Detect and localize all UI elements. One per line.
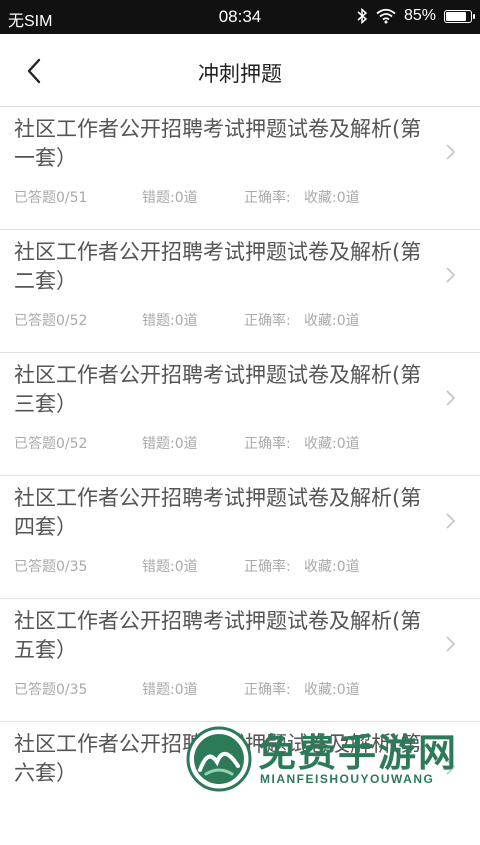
favorites-count: 收藏:0道 xyxy=(304,436,360,452)
list-item[interactable]: 社区工作者公开招聘考试押题试卷及解析(第二套） 已答题0/52 错题:0道 正确… xyxy=(0,230,480,353)
answered-count: 已答题0/51 xyxy=(14,190,88,206)
list-item[interactable]: 社区工作者公开招聘考试押题试卷及解析(第一套） 已答题0/51 错题:0道 正确… xyxy=(0,107,480,230)
favorites-count: 收藏:0道 xyxy=(304,313,360,329)
chevron-right-icon xyxy=(446,267,456,283)
accuracy: 正确率: xyxy=(244,682,291,698)
accuracy: 正确率: xyxy=(244,436,291,452)
accuracy: 正确率: xyxy=(244,559,291,575)
status-bar: 无SIM 08:34 85% xyxy=(0,0,480,34)
list-item[interactable]: 社区工作者公开招聘考试押题试卷及解析(第四套） 已答题0/35 错题:0道 正确… xyxy=(0,476,480,599)
header: 冲刺押题 xyxy=(0,34,480,107)
bluetooth-icon xyxy=(357,8,368,24)
item-title: 社区工作者公开招聘考试押题试卷及解析(第一套） xyxy=(14,117,422,170)
wrong-count: 错题:0道 xyxy=(142,313,198,329)
favorites-count: 收藏:0道 xyxy=(304,190,360,206)
list-item[interactable]: 社区工作者公开招聘考试押题试卷及解析(第五套） 已答题0/35 错题:0道 正确… xyxy=(0,599,480,722)
watermark-logo-icon xyxy=(186,726,252,792)
favorites-count: 收藏:0道 xyxy=(304,559,360,575)
accuracy: 正确率: xyxy=(244,313,291,329)
page-title: 冲刺押题 xyxy=(198,62,282,86)
answered-count: 已答题0/52 xyxy=(14,436,88,452)
answered-count: 已答题0/35 xyxy=(14,682,88,698)
battery-icon xyxy=(444,9,475,23)
chevron-right-icon xyxy=(446,636,456,652)
favorites-count: 收藏:0道 xyxy=(304,682,360,698)
item-title: 社区工作者公开招聘考试押题试卷及解析(第三套） xyxy=(14,363,422,416)
watermark: 免费手游网 MIANFEISHOUYOUWANG xyxy=(180,720,480,800)
wrong-count: 错题:0道 xyxy=(142,559,198,575)
wrong-count: 错题:0道 xyxy=(142,436,198,452)
chevron-right-icon xyxy=(446,144,456,160)
status-icons: 85% xyxy=(356,7,475,25)
list-item[interactable]: 社区工作者公开招聘考试押题试卷及解析(第三套） 已答题0/52 错题:0道 正确… xyxy=(0,353,480,476)
chevron-right-icon xyxy=(446,390,456,406)
watermark-subtext: MIANFEISHOUYOUWANG xyxy=(260,772,435,786)
watermark-text: 免费手游网 xyxy=(258,731,459,775)
item-title: 社区工作者公开招聘考试押题试卷及解析(第四套） xyxy=(14,486,422,539)
battery-level xyxy=(446,11,467,21)
wrong-count: 错题:0道 xyxy=(142,682,198,698)
answered-count: 已答题0/52 xyxy=(14,313,88,329)
answered-count: 已答题0/35 xyxy=(14,559,88,575)
chevron-right-icon xyxy=(446,513,456,529)
battery-percent: 85% xyxy=(403,7,436,24)
wifi-icon xyxy=(376,8,396,24)
accuracy: 正确率: xyxy=(244,190,291,206)
item-title: 社区工作者公开招聘考试押题试卷及解析(第五套） xyxy=(14,609,422,662)
wrong-count: 错题:0道 xyxy=(142,190,198,206)
item-title: 社区工作者公开招聘考试押题试卷及解析(第二套） xyxy=(14,240,422,293)
